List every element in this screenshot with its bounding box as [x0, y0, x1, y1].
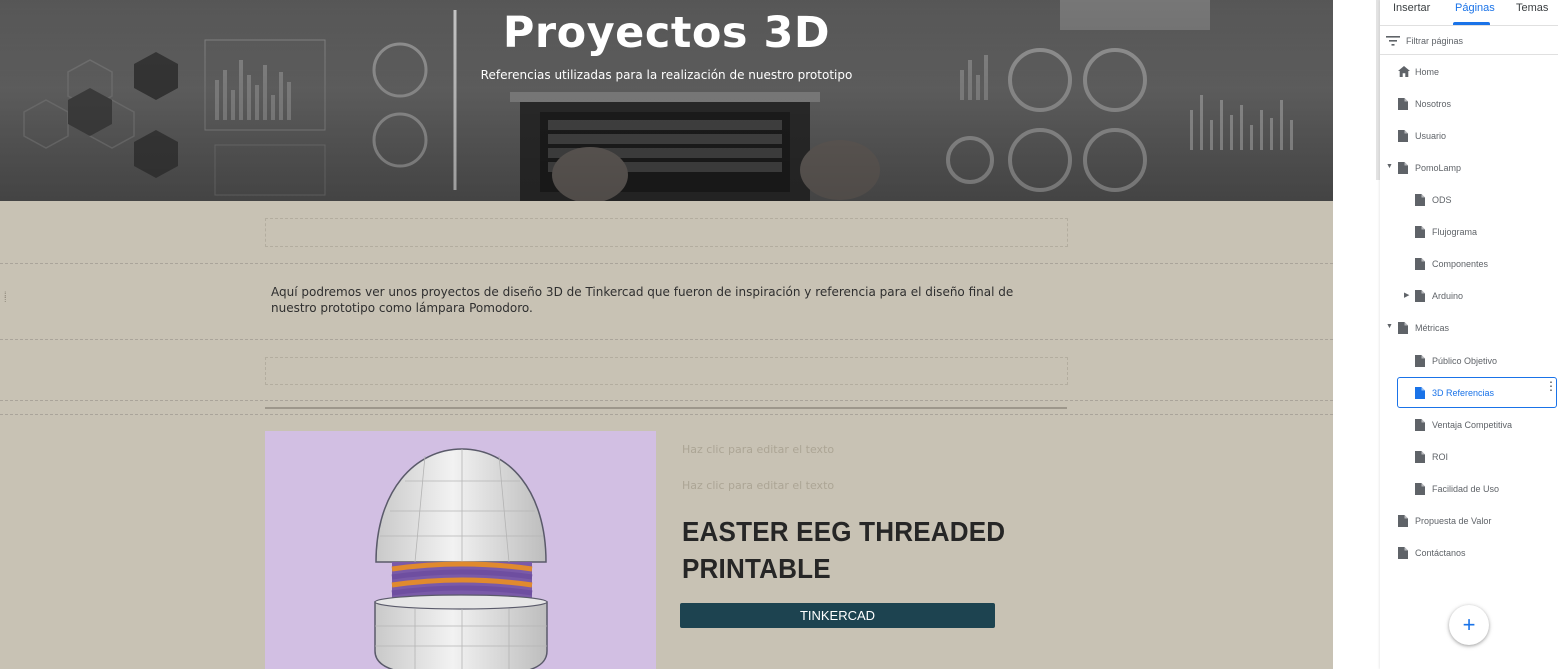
- page-icon: [1398, 322, 1408, 334]
- collapse-chevron-icon[interactable]: ▼: [1386, 163, 1393, 170]
- horizontal-divider[interactable]: [265, 407, 1067, 409]
- page-item-pomolamp[interactable]: PomoLamp: [1398, 152, 1461, 184]
- collapse-chevron-icon[interactable]: ▼: [1386, 323, 1393, 330]
- page-item-p-blico-objetivo[interactable]: Público Objetivo: [1415, 345, 1497, 377]
- page-item-label: Arduino: [1432, 291, 1464, 301]
- page-item-label: PomoLamp: [1415, 163, 1462, 173]
- expand-chevron-icon[interactable]: ▶: [1404, 291, 1409, 299]
- page-subtitle[interactable]: Referencias utilizadas para la realizaci…: [0, 68, 1333, 82]
- filter-pages-button[interactable]: Filtrar páginas: [1386, 34, 1463, 48]
- page-icon: [1415, 194, 1425, 206]
- empty-section-box[interactable]: [265, 218, 1068, 247]
- page-icon: [1398, 547, 1408, 559]
- page-icon: [1398, 515, 1408, 527]
- page-item-roi[interactable]: ROI: [1415, 441, 1448, 473]
- page-item-label: Métricas: [1415, 323, 1450, 333]
- more-options-icon[interactable]: ⋮: [1545, 380, 1557, 392]
- page-item-ods[interactable]: ODS: [1415, 184, 1452, 216]
- text-placeholder[interactable]: Haz clic para editar el texto: [682, 443, 834, 456]
- hero-banner[interactable]: Proyectos 3D Referencias utilizadas para…: [0, 0, 1333, 201]
- page-icon: [1415, 387, 1425, 399]
- page-item-usuario[interactable]: Usuario: [1398, 120, 1446, 152]
- tab-temas[interactable]: Temas: [1516, 2, 1548, 14]
- easter-egg-model-image: [374, 448, 548, 669]
- page-item-nosotros[interactable]: Nosotros: [1398, 88, 1451, 120]
- page-item-arduino[interactable]: Arduino: [1415, 280, 1463, 312]
- add-page-button[interactable]: +: [1449, 605, 1489, 645]
- page-title[interactable]: Proyectos 3D: [0, 8, 1333, 58]
- intro-paragraph[interactable]: Aquí podremos ver unos proyectos de dise…: [271, 284, 1051, 316]
- page-item-componentes[interactable]: Componentes: [1415, 248, 1488, 280]
- tab-insertar[interactable]: Insertar: [1393, 2, 1430, 14]
- section-divider-line: [0, 263, 1333, 264]
- page-item-label: Facilidad de Uso: [1432, 484, 1500, 494]
- page-item-label: Usuario: [1415, 131, 1447, 141]
- page-item-flujograma[interactable]: Flujograma: [1415, 216, 1477, 248]
- drag-handle-icon[interactable]: ⁞ ⁞: [4, 291, 6, 304]
- tinkercad-button[interactable]: TINKERCAD: [680, 603, 995, 628]
- page-item-label: Nosotros: [1415, 99, 1452, 109]
- page-icon: [1415, 419, 1425, 431]
- project-title[interactable]: EASTER EEG THREADED PRINTABLE: [682, 513, 1017, 587]
- page-item-cont-ctanos[interactable]: Contáctanos: [1398, 537, 1466, 569]
- project-image[interactable]: [265, 431, 656, 669]
- page-icon: [1398, 162, 1408, 174]
- page-icon: [1398, 130, 1408, 142]
- page-item-label: ROI: [1432, 452, 1449, 462]
- page-icon: [1398, 98, 1408, 110]
- page-icon: [1415, 290, 1425, 302]
- page-item-label: Contáctanos: [1415, 548, 1466, 558]
- page-item-label: Ventaja Competitiva: [1432, 420, 1513, 430]
- page-item-label: Flujograma: [1432, 227, 1478, 237]
- tab-paginas[interactable]: Páginas: [1455, 2, 1495, 14]
- empty-section-box[interactable]: [265, 357, 1068, 385]
- page-item-label: Público Objetivo: [1432, 356, 1498, 366]
- page-icon: [1415, 226, 1425, 238]
- page-icon: [1415, 451, 1425, 463]
- page-item-label: Propuesta de Valor: [1415, 516, 1492, 526]
- page-item-home[interactable]: Home: [1398, 56, 1439, 88]
- page-item-ventaja-competitiva[interactable]: Ventaja Competitiva: [1415, 409, 1512, 441]
- page-item-m-tricas[interactable]: Métricas: [1398, 312, 1449, 344]
- page-icon: [1415, 483, 1425, 495]
- section-divider-line: [0, 400, 1333, 401]
- page-icon: [1415, 355, 1425, 367]
- panel-gutter: [1333, 0, 1380, 669]
- tabs-divider: [1380, 25, 1558, 26]
- home-icon: [1398, 66, 1410, 78]
- section-divider-line: [0, 414, 1333, 415]
- page-item-label: 3D Referencias: [1432, 388, 1495, 398]
- section-divider-line: [0, 339, 1333, 340]
- filter-icon: [1386, 36, 1400, 46]
- filter-pages-label: Filtrar páginas: [1406, 36, 1464, 46]
- page-item-propuesta-de-valor[interactable]: Propuesta de Valor: [1398, 505, 1491, 537]
- page-item-label: ODS: [1432, 195, 1452, 205]
- filter-divider: [1380, 54, 1558, 55]
- page-item-label: Home: [1415, 67, 1440, 77]
- text-placeholder[interactable]: Haz clic para editar el texto: [682, 479, 834, 492]
- site-canvas: Proyectos 3D Referencias utilizadas para…: [0, 0, 1333, 669]
- page-icon: [1415, 258, 1425, 270]
- page-item-facilidad-de-uso[interactable]: Facilidad de Uso: [1415, 473, 1499, 505]
- page-item-label: Componentes: [1432, 259, 1489, 269]
- page-item-3d-referencias[interactable]: 3D Referencias: [1415, 377, 1494, 409]
